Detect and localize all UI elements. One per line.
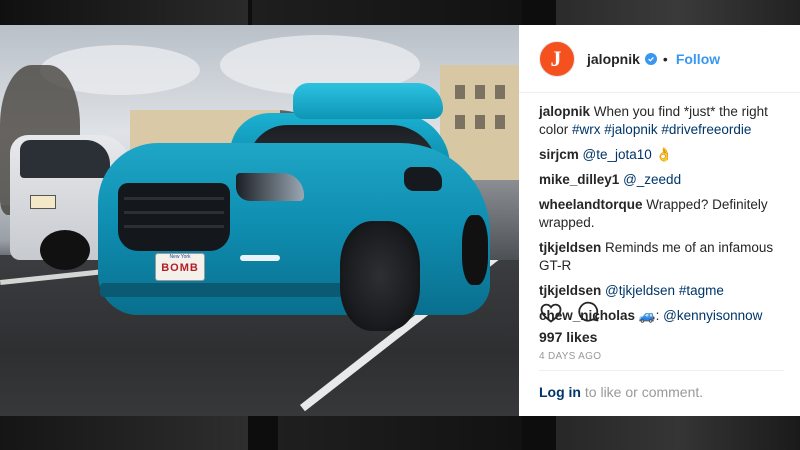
- plate-state: New York: [169, 254, 191, 260]
- divider: [539, 370, 784, 371]
- post-actions: [539, 301, 601, 330]
- grille-slat: [124, 197, 224, 200]
- comment-link[interactable]: #jalopnik: [604, 122, 657, 137]
- comment-bubble-icon[interactable]: [577, 301, 601, 330]
- photo-roof-box: [293, 83, 443, 119]
- like-count[interactable]: 997 likes: [539, 329, 597, 345]
- login-prompt-text: to like or comment.: [581, 384, 704, 400]
- post-sidepanel: J jalopnik • Follow jalopnik When you fi…: [519, 25, 800, 416]
- comment-link[interactable]: #wrx: [572, 122, 601, 137]
- post-header: J jalopnik • Follow: [519, 25, 800, 93]
- photo-car-mirror: [404, 167, 442, 191]
- photo-window: [495, 115, 505, 129]
- comment-username[interactable]: sirjcm: [539, 147, 579, 162]
- comment-item: sirjcm @te_jota10 👌: [539, 146, 789, 164]
- photo-window: [475, 85, 485, 99]
- comment-item: tjkjeldsen @tjkjeldsen #tagme: [539, 282, 789, 300]
- comment-text: 👌: [651, 147, 673, 162]
- avatar[interactable]: J: [539, 40, 575, 77]
- background-tile: [278, 416, 522, 450]
- comment-item: jalopnik When you find *just* the right …: [539, 103, 789, 139]
- comment-link[interactable]: @te_jota10: [583, 147, 652, 162]
- comment-item: tjkjeldsen Reminds me of an infamous GT-…: [539, 239, 789, 275]
- login-link[interactable]: Log in: [539, 384, 581, 400]
- post-modal: New York BOMB J jalopnik • Follow jalopn…: [0, 25, 800, 416]
- photo-car-drl: [240, 255, 280, 261]
- avatar-logo: J: [550, 45, 562, 71]
- follow-button[interactable]: Follow: [676, 51, 720, 67]
- photo-car-wheel: [340, 221, 420, 331]
- comment-item: mike_dilley1 @_zeedd: [539, 171, 789, 189]
- comment-link[interactable]: @tjkjeldsen: [605, 283, 675, 298]
- photo-window: [455, 115, 465, 129]
- comment-username[interactable]: jalopnik: [539, 104, 590, 119]
- photo-window: [495, 85, 505, 99]
- photo-white-car-window: [20, 140, 110, 178]
- comment-username[interactable]: wheelandtorque: [539, 197, 643, 212]
- comment-username[interactable]: tjkjeldsen: [539, 240, 601, 255]
- background-tile: [252, 0, 522, 25]
- login-prompt: Log in to like or comment.: [539, 384, 703, 400]
- comment-list: jalopnik When you find *just* the right …: [539, 103, 789, 332]
- post-photo[interactable]: New York BOMB: [0, 25, 519, 416]
- photo-license-plate: New York BOMB: [155, 253, 205, 281]
- photo-car-wheel: [462, 215, 488, 285]
- heart-icon[interactable]: [539, 301, 563, 330]
- account-username[interactable]: jalopnik: [587, 51, 640, 67]
- comment-username[interactable]: tjkjeldsen: [539, 283, 601, 298]
- comment-link[interactable]: @kennyisonnow: [663, 308, 762, 323]
- comment-username[interactable]: mike_dilley1: [539, 172, 619, 187]
- plate-number: BOMB: [161, 262, 199, 274]
- post-timestamp[interactable]: 4 DAYS AGO: [539, 351, 601, 362]
- photo-white-car-wheel: [40, 230, 90, 270]
- verified-badge-icon: [644, 52, 657, 65]
- grille-slat: [124, 211, 224, 214]
- comment-link[interactable]: #tagme: [679, 283, 724, 298]
- photo-window: [475, 115, 485, 129]
- separator-dot: •: [662, 50, 668, 67]
- photo-car-headlight: [236, 173, 304, 201]
- background-tile: [556, 416, 800, 450]
- grille-slat: [124, 225, 224, 228]
- comment-link[interactable]: #drivefreeordie: [661, 122, 751, 137]
- background-tile: [0, 416, 248, 450]
- comment-link[interactable]: @_zeedd: [623, 172, 681, 187]
- photo-car-grille: [118, 183, 230, 251]
- photo-window: [455, 85, 465, 99]
- background-tile: [0, 0, 248, 25]
- background-tile: [556, 0, 800, 25]
- comment-text: 🚙:: [638, 308, 664, 323]
- comment-item: wheelandtorque Wrapped? Definitely wrapp…: [539, 196, 789, 232]
- photo-white-car-plate: [30, 195, 56, 209]
